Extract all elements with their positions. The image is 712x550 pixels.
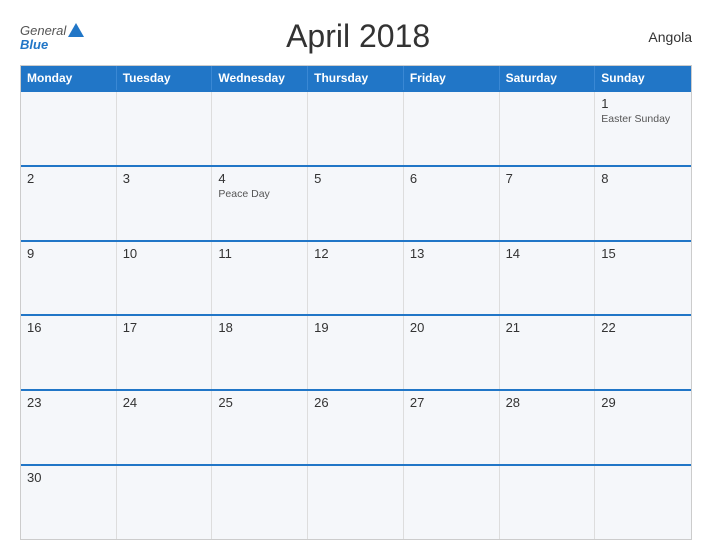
cal-cell: 4 Peace Day [212,167,308,240]
cal-cell: 11 [212,242,308,315]
day-number: 6 [410,171,493,186]
day-number: 17 [123,320,206,335]
cal-cell [117,92,213,165]
cal-cell: 8 [595,167,691,240]
cal-cell: 27 [404,391,500,464]
cal-row-1: 234 Peace Day 5678 [21,165,691,240]
event-label: Peace Day [218,188,301,200]
calendar: MondayTuesdayWednesdayThursdayFridaySatu… [20,65,692,540]
cal-row-2: 9 10 11 12 13 14 15 [21,240,691,315]
event-label: Easter Sunday [601,113,685,125]
day-number: 7 [506,171,589,186]
cal-cell: 15 [595,242,691,315]
cal-row-4: 23 24 25 26 27 28 29 [21,389,691,464]
cal-header-cell-wednesday: Wednesday [212,66,308,90]
day-number: 29 [601,395,685,410]
logo-triangle-icon [68,23,84,37]
cal-cell: 12 [308,242,404,315]
cal-cell: 24 [117,391,213,464]
header: General Blue April 2018 Angola [20,18,692,55]
cal-cell [308,466,404,539]
cal-cell [500,92,596,165]
cal-row-0: 1 Easter Sunday [21,90,691,165]
cal-header-cell-thursday: Thursday [308,66,404,90]
day-number: 12 [314,246,397,261]
logo: General Blue [20,23,84,51]
calendar-header: MondayTuesdayWednesdayThursdayFridaySatu… [21,66,691,90]
day-number: 23 [27,395,110,410]
cal-cell [117,466,213,539]
cal-cell: 18 [212,316,308,389]
day-number: 26 [314,395,397,410]
day-number: 16 [27,320,110,335]
month-title: April 2018 [84,18,632,55]
cal-cell: 2 [21,167,117,240]
cal-cell: 5 [308,167,404,240]
day-number: 13 [410,246,493,261]
cal-cell [212,466,308,539]
day-number: 14 [506,246,589,261]
cal-cell [21,92,117,165]
cal-cell: 20 [404,316,500,389]
cal-cell: 29 [595,391,691,464]
day-number: 19 [314,320,397,335]
cal-header-cell-friday: Friday [404,66,500,90]
cal-cell: 21 [500,316,596,389]
day-number: 22 [601,320,685,335]
cal-header-cell-monday: Monday [21,66,117,90]
cal-cell: 13 [404,242,500,315]
cal-cell [404,92,500,165]
logo-blue-text: Blue [20,38,48,51]
cal-header-cell-saturday: Saturday [500,66,596,90]
cal-cell: 14 [500,242,596,315]
cal-cell: 6 [404,167,500,240]
cal-cell: 9 [21,242,117,315]
day-number: 4 [218,171,301,186]
cal-cell: 10 [117,242,213,315]
day-number: 3 [123,171,206,186]
cal-cell: 1 Easter Sunday [595,92,691,165]
cal-cell: 25 [212,391,308,464]
cal-cell: 17 [117,316,213,389]
cal-cell [500,466,596,539]
cal-cell: 26 [308,391,404,464]
day-number: 25 [218,395,301,410]
country-label: Angola [632,29,692,45]
cal-cell: 30 [21,466,117,539]
cal-cell [404,466,500,539]
cal-cell: 3 [117,167,213,240]
page: General Blue April 2018 Angola MondayTue… [0,0,712,550]
cal-header-cell-sunday: Sunday [595,66,691,90]
cal-row-3: 16 17 18 19 20 21 22 [21,314,691,389]
day-number: 10 [123,246,206,261]
day-number: 21 [506,320,589,335]
cal-cell: 22 [595,316,691,389]
day-number: 30 [27,470,110,485]
day-number: 9 [27,246,110,261]
day-number: 1 [601,96,685,111]
day-number: 20 [410,320,493,335]
day-number: 2 [27,171,110,186]
day-number: 15 [601,246,685,261]
cal-cell: 23 [21,391,117,464]
logo-general-text: General [20,24,66,37]
day-number: 18 [218,320,301,335]
cal-cell [595,466,691,539]
cal-row-5: 30 [21,464,691,539]
day-number: 11 [218,246,301,261]
cal-cell: 16 [21,316,117,389]
cal-header-cell-tuesday: Tuesday [117,66,213,90]
calendar-body: 1Easter Sunday234Peace Day56789101112131… [21,90,691,539]
day-number: 28 [506,395,589,410]
day-number: 5 [314,171,397,186]
cal-cell: 19 [308,316,404,389]
cal-cell [212,92,308,165]
day-number: 24 [123,395,206,410]
day-number: 27 [410,395,493,410]
cal-cell: 7 [500,167,596,240]
day-number: 8 [601,171,685,186]
cal-cell [308,92,404,165]
cal-cell: 28 [500,391,596,464]
